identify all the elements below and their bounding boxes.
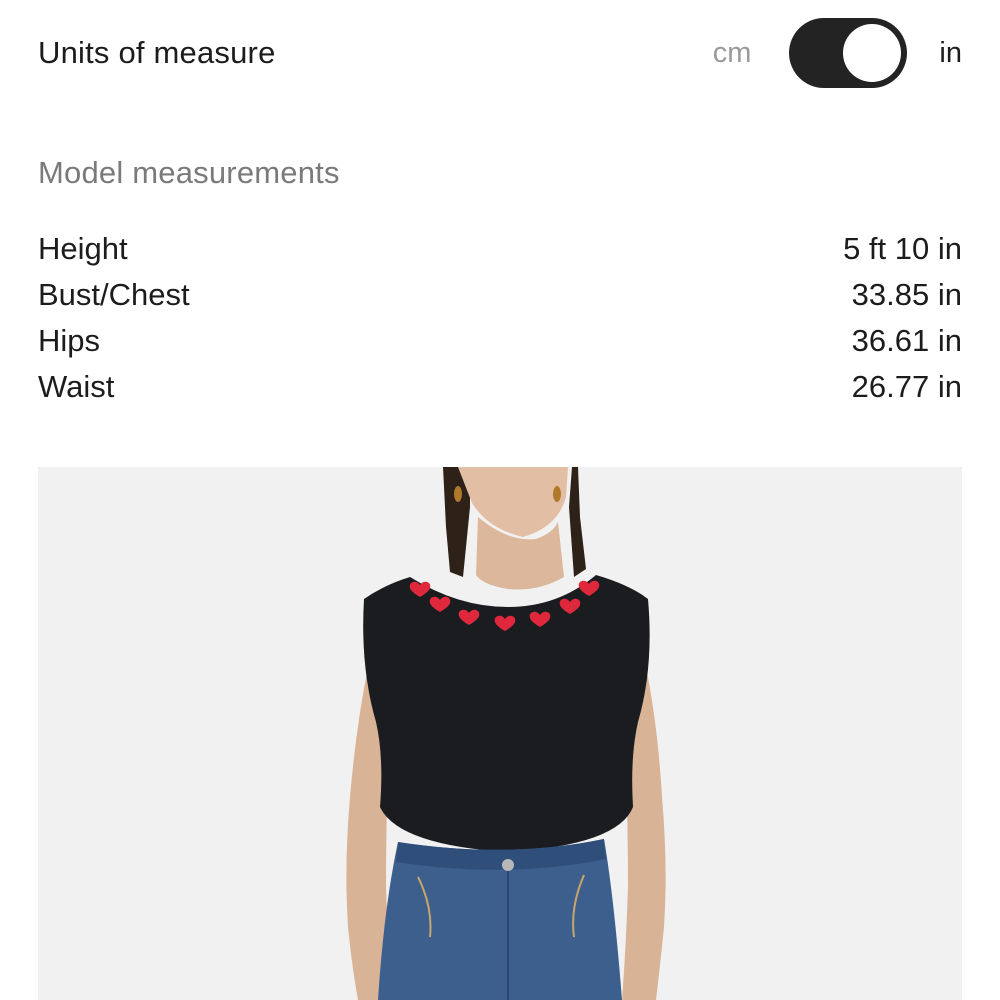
unit-option-cm[interactable]: cm: [713, 37, 752, 70]
measurement-label: Bust/Chest: [38, 277, 190, 312]
measurement-label: Waist: [38, 369, 115, 404]
model-face: [458, 467, 568, 537]
size-guide-panel: Units of measure cm in Model measurement…: [0, 0, 1000, 1000]
measurements-list: Height 5 ft 10 in Bust/Chest 33.85 in Hi…: [38, 226, 962, 410]
measurement-row-waist: Waist 26.77 in: [38, 364, 962, 410]
measurement-label: Hips: [38, 323, 101, 358]
measurement-row-bust-chest: Bust/Chest 33.85 in: [38, 272, 962, 318]
measurement-row-height: Height 5 ft 10 in: [38, 226, 962, 272]
product-model-photo: [38, 467, 962, 1000]
earring-left: [454, 486, 462, 502]
model-top: [363, 575, 650, 852]
toggle-knob: [843, 24, 902, 82]
earring-right: [553, 486, 561, 502]
model-measurements-title: Model measurements: [38, 155, 340, 190]
unit-toggle-switch[interactable]: [789, 18, 908, 88]
measurement-value: 36.61 in: [851, 323, 962, 358]
units-of-measure-row: Units of measure cm in: [38, 18, 962, 88]
measurement-label: Height: [38, 231, 128, 266]
units-title: Units of measure: [38, 35, 276, 70]
jeans-button: [502, 859, 514, 871]
unit-option-in[interactable]: in: [939, 37, 962, 70]
measurement-row-hips: Hips 36.61 in: [38, 318, 962, 364]
measurement-value: 5 ft 10 in: [843, 231, 962, 266]
measurement-value: 26.77 in: [851, 369, 962, 404]
unit-switch-group: cm in: [713, 18, 962, 88]
measurement-value: 33.85 in: [851, 277, 962, 312]
model-illustration: [346, 467, 666, 1000]
